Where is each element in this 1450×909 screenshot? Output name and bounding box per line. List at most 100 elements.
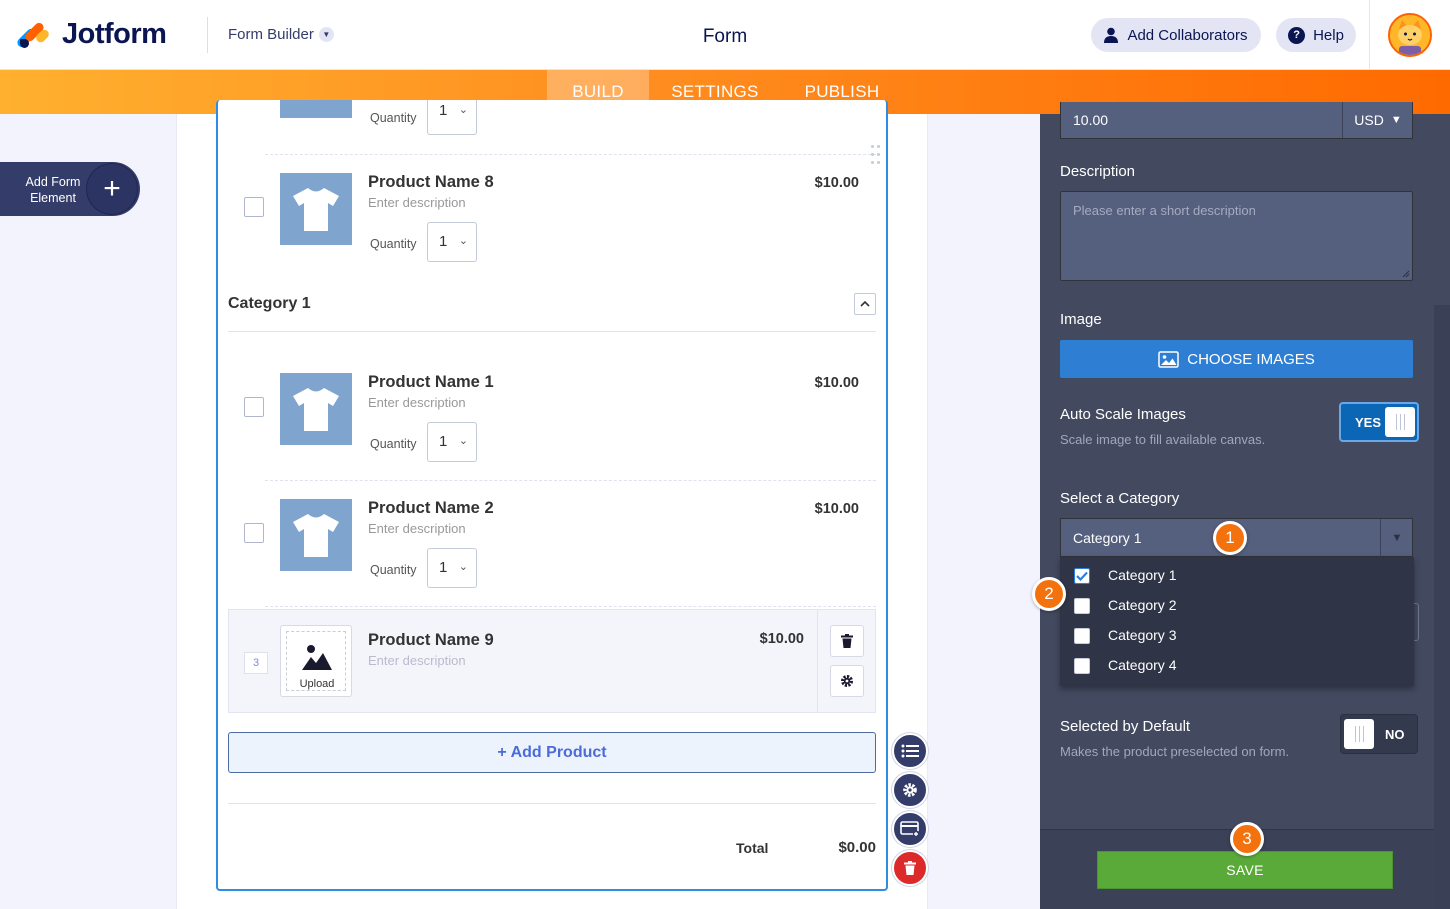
product-description[interactable]: Enter description: [368, 653, 466, 668]
product-description: Enter description: [368, 195, 466, 210]
help-button[interactable]: ? Help: [1276, 18, 1356, 52]
description-placeholder: Please enter a short description: [1073, 203, 1256, 218]
panel-scrollbar[interactable]: [1434, 305, 1450, 909]
field-settings-button[interactable]: [892, 772, 928, 808]
product-name: Product Name 8: [368, 173, 494, 191]
checkbox-unchecked[interactable]: [1074, 628, 1090, 644]
product-name[interactable]: Product Name 9: [368, 631, 494, 650]
category-option[interactable]: Category 4: [1060, 647, 1414, 677]
resize-handle-icon[interactable]: [1402, 270, 1410, 278]
tshirt-icon: [280, 499, 352, 571]
product-name: Product Name 2: [368, 499, 494, 517]
quantity-select[interactable]: 1 ⌄: [427, 100, 477, 135]
chevron-down-icon: ⌄: [458, 561, 468, 573]
checkbox-checked[interactable]: [1074, 568, 1090, 584]
product-image: [280, 100, 352, 118]
quantity-value: 1: [439, 559, 448, 576]
image-icon: [302, 645, 332, 670]
avatar[interactable]: [1388, 13, 1432, 57]
delete-field-button[interactable]: [892, 850, 928, 886]
add-form-element-button[interactable]: Add Form Element +: [0, 162, 140, 216]
product-checkbox[interactable]: [244, 397, 264, 417]
add-product-button[interactable]: + Add Product: [228, 732, 876, 773]
quantity-select[interactable]: 1 ⌄: [427, 422, 477, 462]
brand-name: Jotform: [62, 18, 167, 50]
step-marker-2: 2: [1032, 577, 1066, 611]
drag-handle-icon[interactable]: [871, 145, 881, 167]
trash-icon: [904, 861, 916, 875]
form-builder-label: Form Builder: [228, 26, 314, 43]
category-option-label: Category 2: [1108, 597, 1177, 613]
payment-settings-button[interactable]: [892, 811, 928, 847]
checkbox-unchecked[interactable]: [1074, 658, 1090, 674]
credit-card-icon: [900, 821, 919, 837]
description-textarea[interactable]: Please enter a short description: [1060, 191, 1413, 281]
product-price[interactable]: $10.00: [724, 631, 804, 647]
auto-scale-sublabel: Scale image to fill available canvas.: [1060, 432, 1266, 447]
chevron-down-icon: ⌄: [458, 435, 468, 447]
toggle-value: NO: [1385, 727, 1405, 742]
category-option[interactable]: Category 3: [1060, 617, 1414, 647]
chevron-down-icon: ⌄: [458, 104, 468, 116]
avatar-cat-icon: [1390, 15, 1430, 55]
checkbox-unchecked[interactable]: [1074, 598, 1090, 614]
user-menu[interactable]: [1369, 0, 1450, 70]
row-divider: [265, 480, 876, 481]
header-divider: [207, 17, 208, 53]
quantity-label: Quantity: [370, 437, 417, 451]
selected-default-toggle[interactable]: NO: [1340, 714, 1418, 754]
product-price: $10.00: [814, 501, 859, 517]
add-collaborators-label: Add Collaborators: [1127, 26, 1248, 44]
product-index-badge: 3: [244, 652, 268, 674]
row-divider: [265, 606, 876, 607]
choose-images-label: CHOOSE IMAGES: [1187, 350, 1315, 368]
category-option[interactable]: Category 1: [1060, 557, 1414, 587]
description-label: Description: [1060, 163, 1136, 180]
price-input[interactable]: 10.00 USD ▼: [1060, 102, 1413, 139]
quantity-select[interactable]: 1 ⌄: [427, 222, 477, 262]
save-button[interactable]: SAVE: [1097, 851, 1393, 889]
currency-select[interactable]: USD ▼: [1342, 102, 1413, 138]
row-divider: [265, 154, 876, 155]
add-form-element-label: Add Form Element: [25, 175, 81, 205]
field-list-button[interactable]: [892, 733, 928, 769]
product-description: Enter description: [368, 395, 466, 410]
user-icon: [1104, 27, 1119, 43]
quantity-value: 1: [439, 233, 448, 250]
selected-default-label: Selected by Default: [1060, 718, 1191, 735]
product-checkbox[interactable]: [244, 523, 264, 543]
step-marker-1: 1: [1213, 521, 1247, 555]
product-checkbox[interactable]: [244, 197, 264, 217]
quantity-label: Quantity: [370, 111, 417, 125]
auto-scale-toggle[interactable]: YES: [1339, 402, 1419, 442]
category-option[interactable]: Category 2: [1060, 587, 1414, 617]
product-price: $10.00: [814, 375, 859, 391]
category-title: Category 1: [228, 295, 311, 312]
upload-image-button[interactable]: Upload: [280, 625, 352, 697]
help-icon: ?: [1288, 26, 1306, 44]
jotform-logo-icon: [15, 19, 51, 51]
form-builder-menu[interactable]: Form Builder ▼: [228, 26, 334, 43]
list-icon: [901, 744, 919, 758]
obscured-input-edge: [1414, 603, 1419, 641]
quantity-select[interactable]: 1 ⌄: [427, 548, 477, 588]
category-divider: [228, 331, 876, 332]
delete-product-button[interactable]: [830, 625, 864, 657]
caret-down-icon: ▼: [1390, 114, 1402, 126]
chevron-down-icon: ▼: [318, 27, 334, 42]
collapse-category-button[interactable]: [854, 293, 876, 315]
category-option-label: Category 3: [1108, 627, 1177, 643]
product-settings-button[interactable]: [830, 665, 864, 697]
form-title[interactable]: Form: [625, 26, 825, 48]
quantity-label: Quantity: [370, 563, 417, 577]
caret-down-icon[interactable]: ▼: [1380, 519, 1413, 557]
jotform-logo[interactable]: Jotform: [15, 18, 167, 51]
choose-images-button[interactable]: CHOOSE IMAGES: [1060, 340, 1413, 378]
product-name: Product Name 1: [368, 373, 494, 391]
product-price: $10.00: [814, 175, 859, 191]
step-marker-3: 3: [1230, 822, 1264, 856]
upload-dropzone: Upload: [286, 631, 346, 691]
select-category-label: Select a Category: [1060, 490, 1180, 507]
toggle-knob: [1385, 407, 1415, 437]
add-collaborators-button[interactable]: Add Collaborators: [1091, 18, 1261, 52]
